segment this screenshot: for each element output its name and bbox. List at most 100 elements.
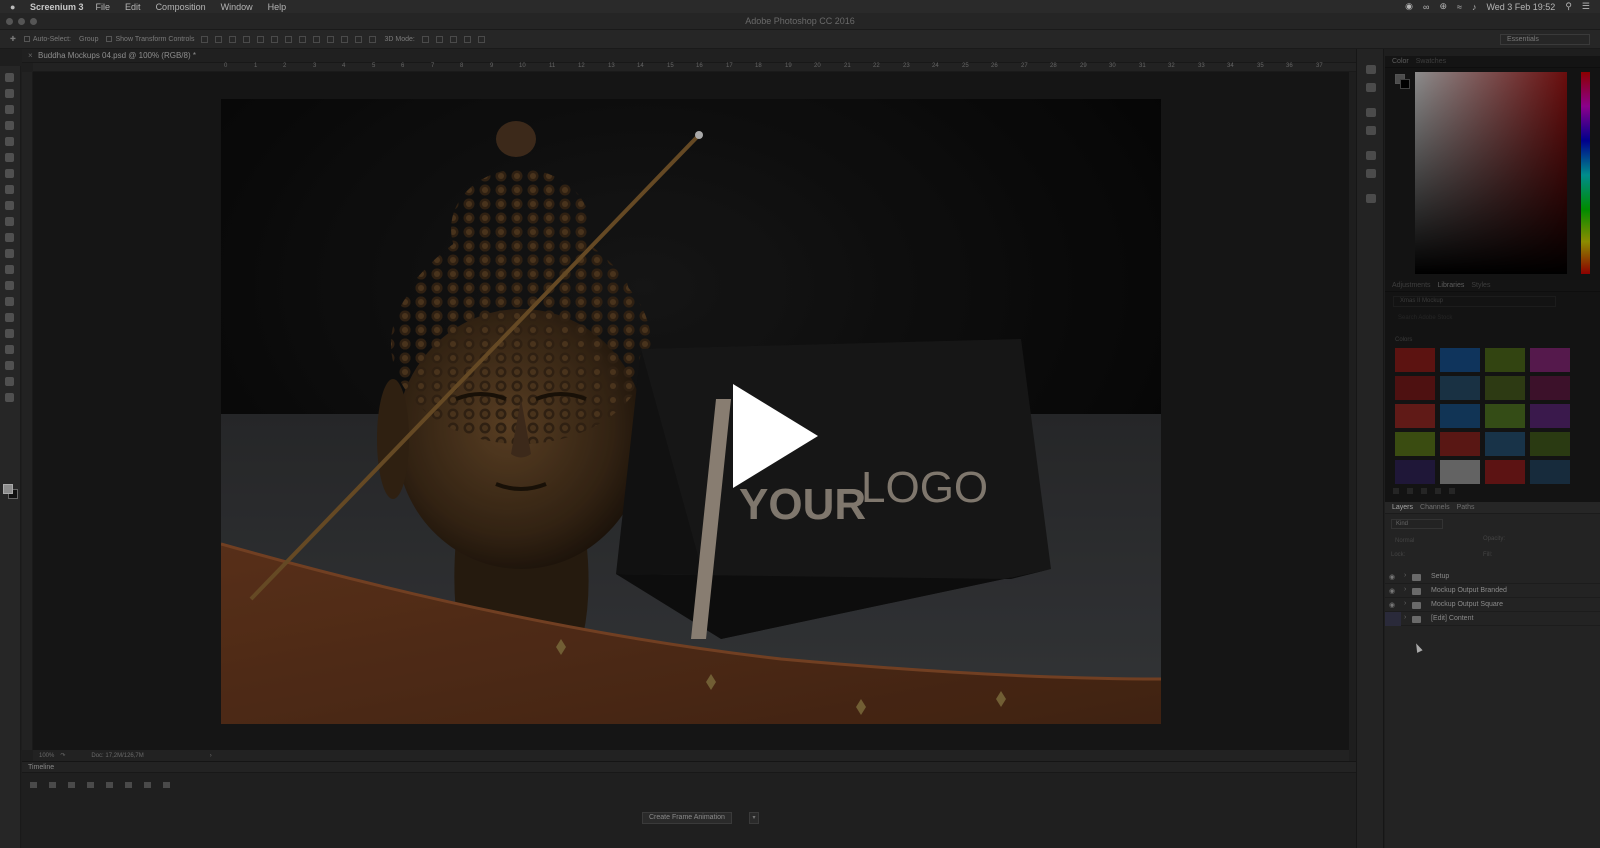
tab-paths[interactable]: Paths — [1457, 504, 1475, 511]
paragraph-icon[interactable] — [1366, 169, 1376, 178]
clock[interactable]: Wed 3 Feb 19:52 — [1486, 2, 1555, 12]
3d-slide-icon[interactable] — [463, 35, 471, 43]
close-document-icon[interactable]: × — [28, 51, 33, 60]
color-swatch[interactable] — [1530, 432, 1570, 456]
layer-filter-select[interactable]: Kind — [1391, 519, 1443, 529]
layer-row[interactable]: ◉ › Mockup Output Square — [1385, 598, 1600, 612]
sync-icon[interactable]: ⊕ — [1439, 1, 1447, 12]
clone-stamp-tool-icon[interactable] — [5, 201, 14, 210]
align-hcenter-icon[interactable] — [257, 35, 265, 43]
record-icon[interactable]: ◉ — [1405, 1, 1413, 12]
spotlight-icon[interactable]: ⚲ — [1565, 1, 1572, 12]
first-frame-icon[interactable] — [30, 782, 37, 788]
settings-icon[interactable] — [125, 782, 132, 788]
status-arrow-icon[interactable]: › — [210, 753, 212, 759]
move-tool-icon[interactable] — [5, 73, 14, 82]
document-image[interactable]: YOUR LOGO — [221, 99, 1161, 724]
add-layerstyle-icon[interactable] — [1435, 488, 1441, 494]
3d-drag-icon[interactable] — [449, 35, 457, 43]
eye-icon[interactable]: ◉ — [1389, 587, 1395, 595]
layer-row[interactable]: › [Edit] Content — [1385, 612, 1600, 626]
crop-tool-icon[interactable] — [5, 137, 14, 146]
eraser-tool-icon[interactable] — [5, 233, 14, 242]
split-icon[interactable] — [144, 782, 151, 788]
layer-row[interactable]: ◉ › Setup — [1385, 570, 1600, 584]
type-tool-icon[interactable] — [5, 313, 14, 322]
add-content-icon[interactable] — [1393, 488, 1399, 494]
color-swatch[interactable] — [1440, 432, 1480, 456]
brush-tool-icon[interactable] — [5, 185, 14, 194]
app-menu[interactable]: Screenium 3 — [30, 2, 84, 12]
horizontal-ruler[interactable]: 0 1 2 3 4 5 6 7 8 9 10 11 12 13 14 15 16… — [33, 63, 1356, 72]
show-transform-checkbox[interactable]: Show Transform Controls — [106, 36, 194, 43]
auto-select-checkbox[interactable]: Auto-Select: — [23, 36, 71, 43]
gradient-tool-icon[interactable] — [5, 249, 14, 258]
color-swatch[interactable] — [1530, 404, 1570, 428]
distribute-bottom-icon[interactable] — [313, 35, 321, 43]
color-swatch[interactable] — [1395, 460, 1435, 484]
export-icon[interactable]: ↷ — [60, 752, 65, 759]
chevron-right-icon[interactable]: › — [1404, 600, 1406, 607]
chevron-right-icon[interactable]: › — [1404, 614, 1406, 621]
audio-icon[interactable] — [106, 782, 113, 788]
timeline-title[interactable]: Timeline — [22, 762, 1356, 773]
color-swatch[interactable] — [1485, 404, 1525, 428]
auto-align-icon[interactable] — [369, 35, 377, 43]
creative-cloud-icon[interactable]: ∞ — [1423, 2, 1429, 12]
distribute-vcenter-icon[interactable] — [299, 35, 307, 43]
align-left-icon[interactable] — [243, 35, 251, 43]
menu-composition[interactable]: Composition — [156, 2, 206, 12]
align-bottom-icon[interactable] — [229, 35, 237, 43]
path-selection-tool-icon[interactable] — [5, 329, 14, 338]
move-tool-icon[interactable]: ✚ — [10, 35, 16, 43]
hue-slider[interactable] — [1581, 72, 1590, 274]
chevron-right-icon[interactable]: › — [1404, 572, 1406, 579]
menu-file[interactable]: File — [96, 2, 111, 12]
eyedropper-tool-icon[interactable] — [5, 153, 14, 162]
play-icon[interactable] — [68, 782, 75, 788]
shape-tool-icon[interactable] — [5, 345, 14, 354]
lasso-tool-icon[interactable] — [5, 105, 14, 114]
color-swatch[interactable] — [1395, 404, 1435, 428]
3d-roll-icon[interactable] — [435, 35, 443, 43]
next-frame-icon[interactable] — [87, 782, 94, 788]
chevron-down-icon[interactable]: ▾ — [749, 812, 759, 824]
tab-layers[interactable]: Layers — [1392, 504, 1413, 511]
color-swatch[interactable] — [1530, 348, 1570, 372]
tab-styles[interactable]: Styles — [1471, 282, 1490, 289]
notification-center-icon[interactable]: ☰ — [1582, 1, 1590, 12]
color-swatch[interactable] — [1440, 376, 1480, 400]
character-icon[interactable] — [1366, 151, 1376, 160]
document-tab[interactable]: × Buddha Mockups 04.psd @ 100% (RGB/8) * — [22, 49, 1356, 63]
blend-mode-select[interactable]: Normal — [1391, 536, 1476, 546]
align-vcenter-icon[interactable] — [215, 35, 223, 43]
add-graphic-icon[interactable] — [1407, 488, 1413, 494]
more-tools-icon[interactable] — [5, 393, 14, 402]
distribute-left-icon[interactable] — [327, 35, 335, 43]
distribute-hcenter-icon[interactable] — [341, 35, 349, 43]
dodge-tool-icon[interactable] — [5, 281, 14, 290]
color-swatch[interactable] — [1395, 348, 1435, 372]
menu-window[interactable]: Window — [221, 2, 253, 12]
color-swatch[interactable] — [1485, 460, 1525, 484]
tab-channels[interactable]: Channels — [1420, 504, 1450, 511]
color-swatch[interactable] — [1440, 404, 1480, 428]
workspace-switcher[interactable]: Essentials — [1500, 34, 1590, 45]
color-swatch[interactable] — [1485, 348, 1525, 372]
background-color-swatch[interactable] — [1400, 79, 1410, 89]
marquee-tool-icon[interactable] — [5, 89, 14, 98]
hand-tool-icon[interactable] — [5, 361, 14, 370]
foreground-color-swatch[interactable] — [3, 484, 13, 494]
color-swatch[interactable] — [1485, 376, 1525, 400]
clone-source-icon[interactable] — [1366, 126, 1376, 135]
tab-color[interactable]: Color — [1392, 58, 1409, 65]
color-swatch[interactable] — [1440, 460, 1480, 484]
eye-icon[interactable]: ◉ — [1389, 601, 1395, 609]
color-swatch[interactable] — [1395, 376, 1435, 400]
healing-brush-tool-icon[interactable] — [5, 169, 14, 178]
magic-wand-tool-icon[interactable] — [5, 121, 14, 130]
prev-frame-icon[interactable] — [49, 782, 56, 788]
properties-icon[interactable] — [1366, 108, 1376, 117]
3d-scale-icon[interactable] — [477, 35, 485, 43]
color-swatch[interactable] — [1530, 376, 1570, 400]
